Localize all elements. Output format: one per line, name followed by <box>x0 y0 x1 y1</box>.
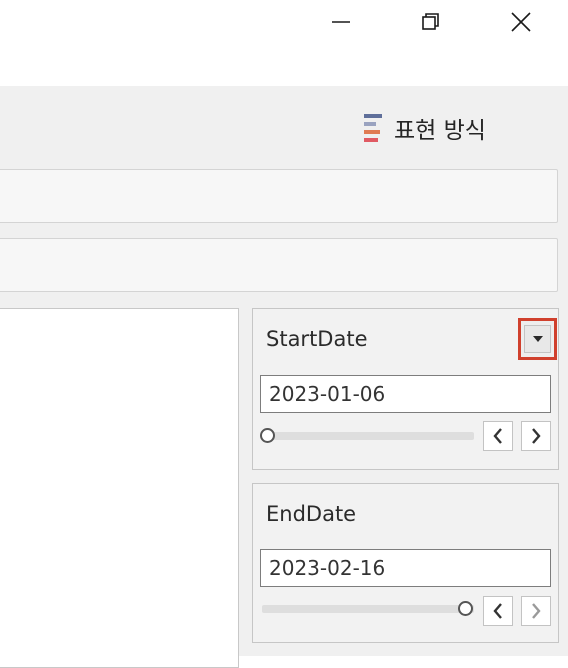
chevron-right-icon <box>532 428 541 444</box>
start-date-slider[interactable] <box>262 432 474 440</box>
show-me-label: 표현 방식 <box>394 118 486 144</box>
chevron-left-icon <box>493 428 502 444</box>
end-date-prev-button[interactable] <box>483 596 513 626</box>
filter-menu-button[interactable] <box>518 318 557 360</box>
start-date-prev-button[interactable] <box>483 421 513 451</box>
show-me-bars-icon <box>364 114 382 142</box>
chevron-left-icon <box>493 603 502 619</box>
end-date-slider-handle[interactable] <box>458 601 473 616</box>
start-date-next-button[interactable] <box>521 421 551 451</box>
start-date-slider-handle[interactable] <box>260 428 275 443</box>
minimize-button[interactable] <box>327 8 355 36</box>
columns-shelf[interactable] <box>0 169 558 223</box>
end-date-slider[interactable] <box>262 605 474 613</box>
filter-title: StartDate <box>266 327 368 351</box>
chevron-right-icon <box>532 603 541 619</box>
restore-icon <box>422 13 439 30</box>
restore-button[interactable] <box>417 8 445 36</box>
show-me-button[interactable]: 표현 방식 <box>364 112 486 144</box>
title-bar <box>0 0 568 86</box>
filter-title: EndDate <box>266 502 357 526</box>
chevron-down-icon <box>532 336 543 342</box>
close-button[interactable] <box>507 8 535 36</box>
close-icon <box>511 12 531 32</box>
start-date-input[interactable]: 2023-01-06 <box>260 375 551 413</box>
view-canvas[interactable] <box>0 308 239 668</box>
end-date-next-button[interactable] <box>521 596 551 626</box>
minimize-icon <box>332 21 350 23</box>
rows-shelf[interactable] <box>0 238 558 292</box>
end-date-input[interactable]: 2023-02-16 <box>260 549 551 587</box>
